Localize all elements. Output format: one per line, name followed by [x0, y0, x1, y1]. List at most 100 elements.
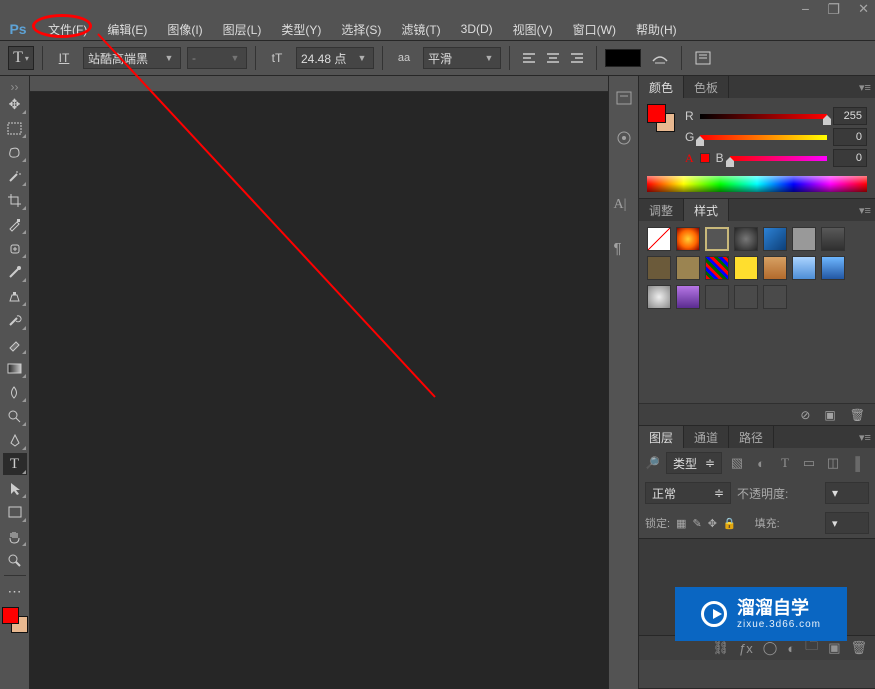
r-slider[interactable] [700, 112, 827, 121]
b-warn-swatch[interactable] [700, 153, 710, 163]
history-panel-icon[interactable] [614, 88, 634, 108]
character-panel-icon[interactable]: A| [614, 200, 634, 220]
menu-file[interactable]: 文件(F) [38, 19, 97, 40]
r-value[interactable]: 255 [833, 107, 867, 125]
healing-brush-tool[interactable] [3, 237, 27, 259]
style-empty[interactable] [763, 285, 787, 309]
eraser-tool[interactable] [3, 333, 27, 355]
delete-style-icon[interactable]: 🗑 [850, 408, 865, 422]
menu-image[interactable]: 图像(I) [157, 19, 212, 40]
zoom-tool[interactable] [3, 549, 27, 571]
align-left-button[interactable] [518, 47, 540, 69]
history-brush-tool[interactable] [3, 309, 27, 331]
g-slider[interactable] [700, 133, 827, 142]
style-swatch[interactable] [676, 285, 700, 309]
menu-3d[interactable]: 3D(D) [451, 20, 503, 38]
tools-expand-icon[interactable]: ›› [0, 80, 29, 92]
menu-type[interactable]: 类型(Y) [271, 19, 331, 40]
font-size-dropdown[interactable]: 24.48 点▼ [296, 47, 374, 69]
filter-shape-icon[interactable]: ▭ [800, 454, 818, 472]
blur-tool[interactable] [3, 381, 27, 403]
menu-select[interactable]: 选择(S) [331, 19, 391, 40]
layer-fx-icon[interactable]: ƒx [739, 641, 753, 656]
style-swatch[interactable] [734, 227, 758, 251]
gradient-tool[interactable] [3, 357, 27, 379]
panel-menu-icon[interactable]: ▾≡ [855, 76, 875, 98]
tab-styles[interactable]: 样式 [684, 199, 729, 221]
character-panel-button[interactable] [690, 46, 716, 70]
lock-position-icon[interactable]: ✥ [708, 517, 717, 530]
lock-transparency-icon[interactable]: ✎ [692, 517, 701, 530]
window-minimize-button[interactable]: − [801, 1, 809, 17]
opacity-dropdown[interactable]: ▾ [825, 482, 869, 504]
properties-panel-icon[interactable] [614, 128, 634, 148]
filter-adjust-icon[interactable]: ◐ [752, 454, 770, 472]
menu-help[interactable]: 帮助(H) [626, 19, 687, 40]
eyedropper-tool[interactable] [3, 213, 27, 235]
style-swatch[interactable] [705, 227, 729, 251]
type-tool[interactable]: T [3, 453, 27, 475]
magic-wand-tool[interactable] [3, 165, 27, 187]
panel-fgbg-swatch[interactable] [647, 104, 675, 132]
dodge-tool[interactable] [3, 405, 27, 427]
style-empty[interactable] [705, 285, 729, 309]
style-swatch[interactable] [734, 256, 758, 280]
blend-mode-dropdown[interactable]: 正常≑ [645, 482, 731, 504]
brush-tool[interactable] [3, 261, 27, 283]
text-color-swatch[interactable] [605, 49, 641, 67]
fill-dropdown[interactable]: ▾ [825, 512, 869, 534]
style-swatch[interactable] [792, 227, 816, 251]
tab-layers[interactable]: 图层 [639, 426, 684, 448]
style-swatch[interactable] [821, 227, 845, 251]
b-slider[interactable] [730, 154, 827, 163]
tab-color[interactable]: 颜色 [639, 76, 684, 98]
g-value[interactable]: 0 [833, 128, 867, 146]
filter-pixel-icon[interactable]: ▧ [728, 454, 746, 472]
crop-tool[interactable] [3, 189, 27, 211]
text-orientation-toggle[interactable]: IT [51, 46, 77, 70]
shape-tool[interactable] [3, 501, 27, 523]
panel-menu-icon[interactable]: ▾≡ [855, 199, 875, 221]
filter-toggle-icon[interactable]: ▌ [851, 454, 869, 472]
edit-toolbar-button[interactable]: ⋯ [3, 580, 27, 602]
hand-tool[interactable] [3, 525, 27, 547]
style-swatch[interactable] [676, 227, 700, 251]
window-restore-button[interactable]: ❐ [828, 1, 841, 18]
clone-stamp-tool[interactable] [3, 285, 27, 307]
tab-channels[interactable]: 通道 [684, 426, 729, 448]
layer-filter-dropdown[interactable]: 类型≑ [666, 452, 722, 474]
panel-menu-icon[interactable]: ▾≡ [855, 426, 875, 448]
style-swatch[interactable] [763, 256, 787, 280]
filter-smart-icon[interactable]: ◫ [824, 454, 842, 472]
style-swatch[interactable] [647, 256, 671, 280]
link-layers-icon[interactable]: ⛓ [713, 640, 730, 656]
style-swatch[interactable] [763, 227, 787, 251]
filter-type-icon[interactable]: T [776, 454, 794, 472]
tab-paths[interactable]: 路径 [729, 426, 774, 448]
style-none[interactable] [647, 227, 671, 251]
new-layer-icon[interactable]: ▣ [828, 640, 840, 656]
style-swatch[interactable] [647, 285, 671, 309]
style-swatch[interactable] [676, 256, 700, 280]
no-style-icon[interactable]: ⊘ [800, 408, 810, 422]
style-swatch[interactable] [792, 256, 816, 280]
font-family-dropdown[interactable]: 站酷高端黑▼ [83, 47, 181, 69]
foreground-background-colors[interactable] [2, 607, 28, 633]
type-tool-preset[interactable]: T▾ [8, 46, 34, 70]
style-swatch[interactable] [705, 256, 729, 280]
align-right-button[interactable] [566, 47, 588, 69]
tab-adjust[interactable]: 调整 [639, 199, 684, 221]
paragraph-panel-icon[interactable]: ¶ [614, 240, 634, 260]
menu-view[interactable]: 视图(V) [503, 19, 563, 40]
path-selection-tool[interactable] [3, 477, 27, 499]
font-style-dropdown[interactable]: -▼ [187, 47, 247, 69]
menu-edit[interactable]: 编辑(E) [97, 19, 157, 40]
marquee-tool[interactable] [3, 117, 27, 139]
menu-filter[interactable]: 滤镜(T) [391, 19, 450, 40]
align-center-button[interactable] [542, 47, 564, 69]
lasso-tool[interactable] [3, 141, 27, 163]
tab-swatch[interactable]: 色板 [684, 76, 729, 98]
style-swatch[interactable] [821, 256, 845, 280]
spectrum-ramp[interactable] [647, 176, 867, 192]
layer-mask-icon[interactable]: ◯ [763, 640, 778, 656]
